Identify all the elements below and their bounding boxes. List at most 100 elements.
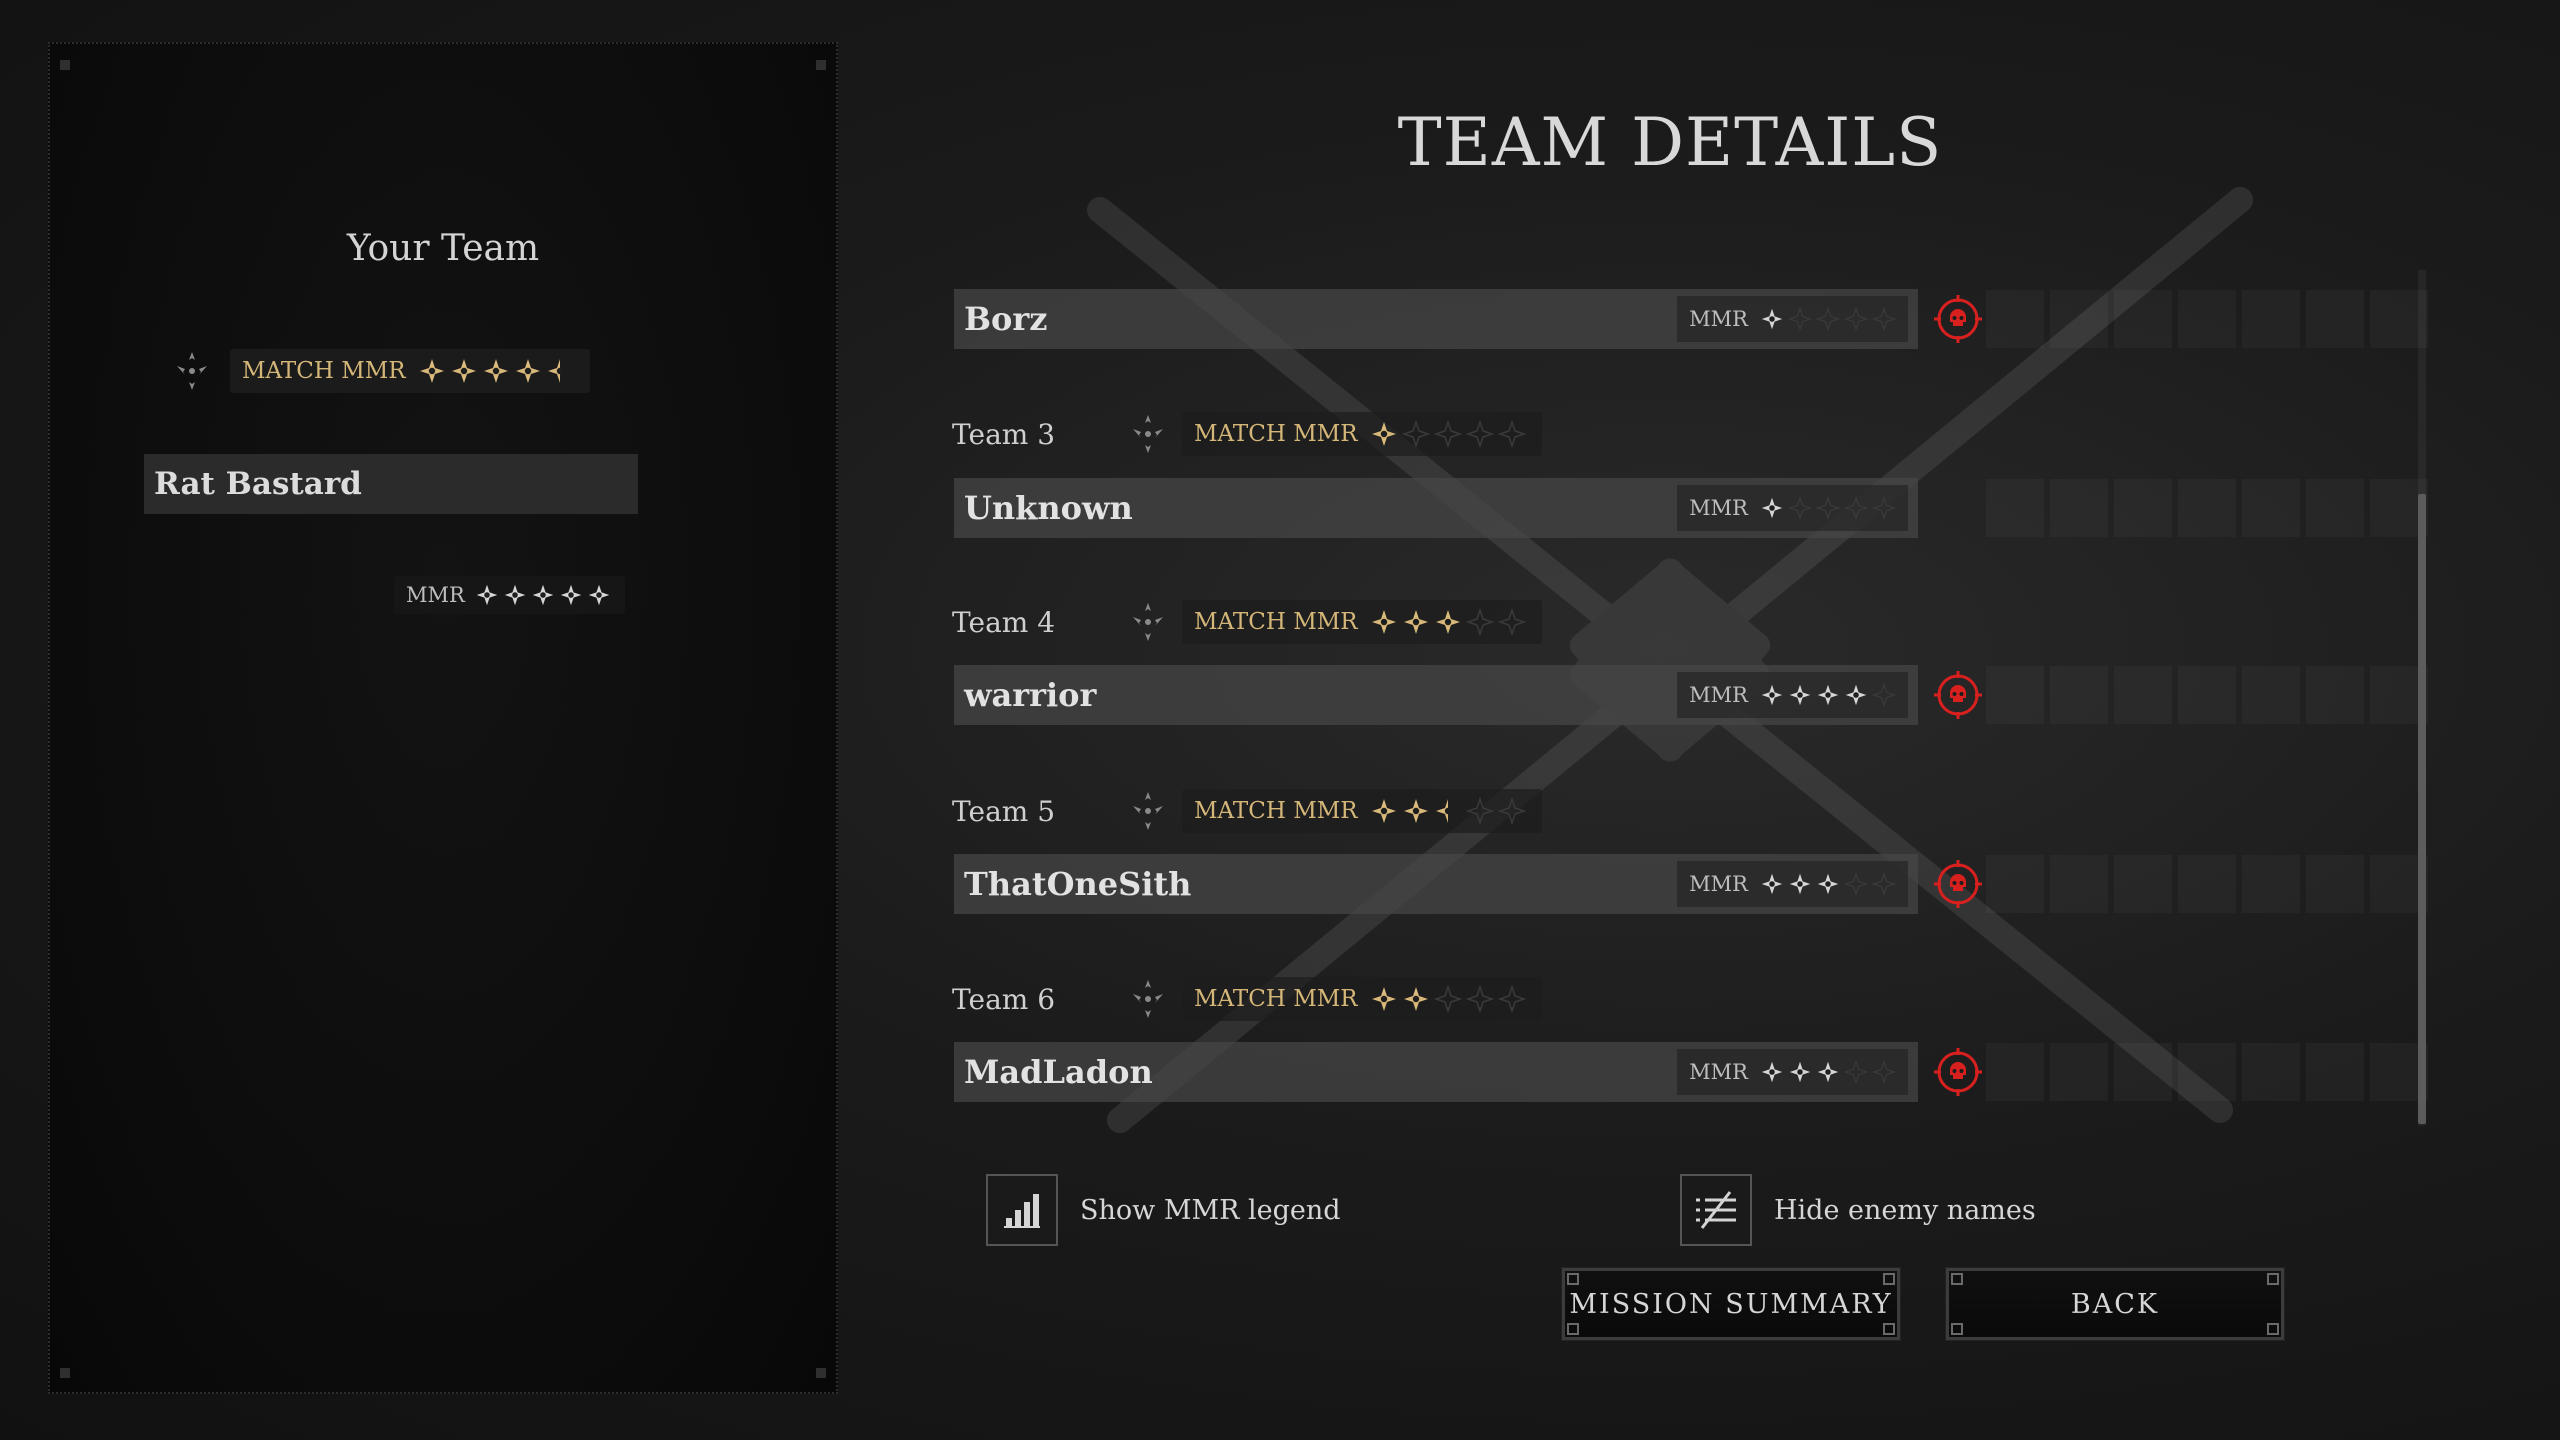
skull-kill-icon xyxy=(1934,295,1982,343)
mission-summary-button[interactable]: MISSION SUMMARY xyxy=(1561,1267,1901,1341)
match-mmr-stars xyxy=(1370,608,1526,636)
hide-enemy-names-label: Hide enemy names xyxy=(1774,1194,2036,1226)
mmr-star-icon xyxy=(1789,873,1811,895)
mmr-star-icon xyxy=(1817,873,1839,895)
team-icon xyxy=(1120,594,1176,650)
mmr-star-icon xyxy=(1403,610,1428,634)
team-player-row[interactable]: Borz MMR xyxy=(954,289,1918,349)
mmr-star-icon xyxy=(1844,496,1868,520)
team-header: Team 4 MATCH MMR xyxy=(952,597,1542,647)
match-mmr-label: MATCH MMR xyxy=(1194,609,1358,635)
mmr-star-icon xyxy=(560,584,582,606)
your-team-match-mmr[interactable]: MATCH MMR xyxy=(164,346,590,396)
mmr-label: MMR xyxy=(1689,872,1748,896)
your-team-player-mmr: MMR xyxy=(394,576,625,614)
match-mmr-stars xyxy=(1370,985,1526,1013)
mmr-star-icon xyxy=(1844,872,1868,896)
team-header: Team 6 MATCH MMR xyxy=(952,974,1542,1024)
player-mmr-stars xyxy=(1760,496,1896,520)
mmr-star-icon xyxy=(1761,684,1783,706)
kill-slots xyxy=(1986,1043,2428,1101)
mmr-star-icon xyxy=(1371,987,1396,1011)
mmr-star-icon xyxy=(515,359,540,383)
mmr-star-icon xyxy=(1465,608,1494,636)
mmr-label: MMR xyxy=(1689,683,1748,707)
mmr-star-icon xyxy=(588,584,610,606)
mmr-star-icon xyxy=(1497,608,1526,636)
team-player-row[interactable]: MadLadon MMR xyxy=(954,1042,1918,1102)
mmr-star-icon xyxy=(1465,420,1494,448)
mmr-label: MMR xyxy=(1689,496,1748,520)
mmr-star-icon xyxy=(1761,497,1783,519)
mmr-star-icon xyxy=(1497,420,1526,448)
skull-kill-icon xyxy=(1934,860,1982,908)
hide-enemy-names-toggle[interactable]: Hide enemy names xyxy=(1680,1172,2036,1248)
mmr-star-icon xyxy=(1433,420,1462,448)
mmr-star-icon xyxy=(1761,873,1783,895)
mmr-star-icon xyxy=(1465,797,1494,825)
team-icon xyxy=(1120,406,1176,462)
team-label: Team 6 xyxy=(952,982,1056,1016)
player-mmr-stars xyxy=(475,583,611,607)
team-player-row[interactable]: warrior MMR xyxy=(954,665,1918,725)
mmr-star-icon xyxy=(1817,684,1839,706)
mmr-star-icon xyxy=(1844,307,1868,331)
mmr-star-icon xyxy=(1872,1060,1896,1084)
mmr-star-icon xyxy=(1403,799,1428,823)
player-name: MadLadon xyxy=(964,1053,1153,1091)
player-mmr-stars xyxy=(1760,872,1896,896)
mmr-star-icon xyxy=(1845,684,1867,706)
page-title: TEAM DETAILS xyxy=(1397,104,1943,181)
mmr-star-icon xyxy=(1371,422,1396,446)
kill-slots xyxy=(1986,666,2428,724)
bar-chart-icon xyxy=(986,1174,1058,1246)
your-team-player-row[interactable]: Rat Bastard xyxy=(144,454,638,514)
team-icon xyxy=(164,343,220,399)
mmr-star-icon xyxy=(1371,610,1396,634)
back-label: BACK xyxy=(2070,1288,2160,1320)
mmr-star-icon xyxy=(532,584,554,606)
team-player-row[interactable]: Unknown MMR xyxy=(954,478,1918,538)
mmr-star-icon xyxy=(1816,307,1840,331)
mmr-star-icon xyxy=(1872,683,1896,707)
player-name: Unknown xyxy=(964,489,1133,527)
player-name: warrior xyxy=(964,676,1097,714)
mmr-star-icon xyxy=(1789,1061,1811,1083)
skull-kill-icon xyxy=(1934,1048,1982,1096)
kill-slots xyxy=(1986,855,2428,913)
skull-kill-icon xyxy=(1934,671,1982,719)
mmr-star-icon xyxy=(1788,496,1812,520)
player-name: Borz xyxy=(964,300,1048,338)
back-button[interactable]: BACK xyxy=(1945,1267,2285,1341)
scrollbar-thumb[interactable] xyxy=(2418,494,2426,1124)
mmr-star-icon xyxy=(1816,496,1840,520)
mmr-star-icon xyxy=(1872,496,1896,520)
mmr-star-icon xyxy=(1817,1061,1839,1083)
match-mmr-label: MATCH MMR xyxy=(1194,986,1358,1012)
match-mmr-stars xyxy=(418,357,574,385)
mmr-star-icon xyxy=(1371,799,1396,823)
mmr-star-icon xyxy=(504,584,526,606)
mmr-star-icon xyxy=(1497,985,1526,1013)
mmr-star-icon xyxy=(1497,797,1526,825)
mmr-star-icon xyxy=(451,359,476,383)
mmr-star-icon xyxy=(1872,307,1896,331)
match-mmr-label: MATCH MMR xyxy=(1194,421,1358,447)
team-player-row[interactable]: ThatOneSith MMR xyxy=(954,854,1918,914)
team-header: Team 5 MATCH MMR xyxy=(952,786,1542,836)
mmr-star-icon xyxy=(1844,1060,1868,1084)
mmr-star-icon xyxy=(476,584,498,606)
player-mmr-stars xyxy=(1760,1060,1896,1084)
show-mmr-legend-label: Show MMR legend xyxy=(1080,1194,1341,1226)
kill-slots xyxy=(1986,290,2428,348)
mmr-star-icon xyxy=(483,359,508,383)
match-mmr-label: MATCH MMR xyxy=(242,358,406,384)
mmr-star-icon xyxy=(1433,985,1462,1013)
player-mmr-stars xyxy=(1760,683,1896,707)
show-mmr-legend-toggle[interactable]: Show MMR legend xyxy=(986,1172,1341,1248)
mmr-star-icon xyxy=(1761,308,1783,330)
match-mmr-label: MATCH MMR xyxy=(1194,798,1358,824)
team-icon xyxy=(1120,783,1176,839)
mmr-star-icon xyxy=(1435,610,1460,634)
mmr-star-icon xyxy=(1872,872,1896,896)
